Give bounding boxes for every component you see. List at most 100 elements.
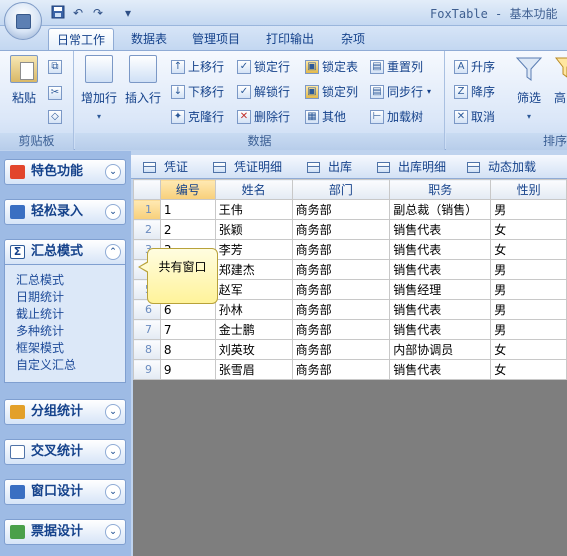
table-cell[interactable]: 商务部 xyxy=(291,319,391,340)
sidebar-section-window-design[interactable]: 窗口设计 ⌄ xyxy=(4,479,126,505)
paste-button[interactable]: 粘贴 xyxy=(8,55,40,106)
table-tab-voucher-detail[interactable]: 凭证明细 xyxy=(213,158,282,176)
load-tree-button[interactable]: ⊢ 加载树 xyxy=(370,107,423,127)
column-header[interactable]: 编号 xyxy=(159,179,216,200)
undo-icon[interactable]: ↶ xyxy=(70,5,86,21)
qat-menu-icon[interactable]: ▾ xyxy=(120,5,136,21)
corner-cell[interactable] xyxy=(133,179,161,200)
sidebar-item-multi-stats[interactable]: 多种统计 xyxy=(16,323,64,339)
table-cell[interactable]: 销售代表 xyxy=(389,359,492,380)
table-cell[interactable]: 孙林 xyxy=(214,299,293,320)
sidebar-section-featured[interactable]: 特色功能 ⌄ xyxy=(4,159,126,185)
table-cell[interactable]: 商务部 xyxy=(291,239,391,260)
eraser-button[interactable]: ◇ xyxy=(48,107,65,127)
table-cell[interactable]: 商务部 xyxy=(291,199,391,220)
table-cell[interactable]: 8 xyxy=(159,339,216,360)
sidebar-section-receipt-design[interactable]: 票据设计 ⌄ xyxy=(4,519,126,545)
table-cell[interactable]: 7 xyxy=(159,319,216,340)
data-grid[interactable]: 编号 姓名 部门 职务 性别 1 1 王伟 商务部 副总裁（销售）男 2 2 张颖 商务部 销售代… xyxy=(133,179,567,556)
unlock-row-button[interactable]: ✓ 解锁行 xyxy=(237,82,290,102)
sort-descending-button[interactable]: Z 降序 xyxy=(454,82,495,102)
row-number[interactable]: 2 xyxy=(133,219,161,240)
chevron-up-icon[interactable]: ⌃ xyxy=(105,244,121,260)
table-tab-outbound-detail[interactable]: 出库明细 xyxy=(377,158,446,176)
table-cell[interactable]: 男 xyxy=(490,319,567,340)
table-row[interactable]: 9 9 张雪眉 商务部 销售代表女 xyxy=(133,359,567,380)
table-cell[interactable]: 副总裁（销售） xyxy=(389,199,492,220)
table-cell[interactable]: 刘英玫 xyxy=(214,339,293,360)
clone-row-button[interactable]: ✦ 克隆行 xyxy=(171,107,224,127)
filter-dropdown-icon[interactable]: ▾ xyxy=(512,112,546,121)
add-row-dropdown-icon[interactable]: ▾ xyxy=(79,112,119,121)
sidebar-item-custom-summary[interactable]: 自定义汇总 xyxy=(16,357,76,373)
table-cell[interactable]: 男 xyxy=(490,299,567,320)
sidebar-section-easy-input[interactable]: 轻松录入 ⌄ xyxy=(4,199,126,225)
table-cell[interactable]: 赵军 xyxy=(214,279,293,300)
chevron-down-icon[interactable]: ⌄ xyxy=(105,404,121,420)
office-button[interactable] xyxy=(4,2,42,40)
row-number[interactable]: 9 xyxy=(133,359,161,380)
lock-table-button[interactable]: ▣ 锁定表 xyxy=(305,57,358,77)
cut-button[interactable]: ✂ xyxy=(48,83,65,103)
lock-row-button[interactable]: ✓ 锁定行 xyxy=(237,57,290,77)
redo-icon[interactable]: ↷ xyxy=(90,5,106,21)
other-button[interactable]: ▦ 其他 xyxy=(305,107,346,127)
table-cell[interactable]: 女 xyxy=(490,359,567,380)
table-cell[interactable]: 商务部 xyxy=(291,279,391,300)
table-cell[interactable]: 1 xyxy=(159,199,216,220)
table-tab-dynamic-load[interactable]: 动态加载 xyxy=(467,158,536,176)
table-cell[interactable]: 销售代表 xyxy=(389,299,492,320)
table-cell[interactable]: 2 xyxy=(159,219,216,240)
table-cell[interactable]: 销售代表 xyxy=(389,239,492,260)
table-cell[interactable]: 内部协调员 xyxy=(389,339,492,360)
reset-column-button[interactable]: ▤ 重置列 xyxy=(370,57,423,77)
table-cell[interactable]: 男 xyxy=(490,199,567,220)
sync-row-button[interactable]: ▤ 同步行 ▾ xyxy=(370,82,431,102)
table-cell[interactable]: 女 xyxy=(490,239,567,260)
table-cell[interactable]: 王伟 xyxy=(214,199,293,220)
sidebar-item-cutoff-stats[interactable]: 截止统计 xyxy=(16,306,64,322)
sidebar-item-date-stats[interactable]: 日期统计 xyxy=(16,289,64,305)
save-icon[interactable] xyxy=(50,5,66,21)
chevron-down-icon[interactable]: ⌄ xyxy=(105,204,121,220)
move-down-button[interactable]: ↓ 下移行 xyxy=(171,82,224,102)
table-cell[interactable]: 商务部 xyxy=(291,259,391,280)
filter-button[interactable]: 筛选 ▾ xyxy=(512,55,546,121)
move-up-button[interactable]: ↑ 上移行 xyxy=(171,57,224,77)
tab-print-output[interactable]: 打印输出 xyxy=(258,28,322,50)
table-cell[interactable]: 金士鹏 xyxy=(214,319,293,340)
table-cell[interactable]: 商务部 xyxy=(291,359,391,380)
chevron-down-icon[interactable]: ⌄ xyxy=(105,484,121,500)
tab-data-table[interactable]: 数据表 xyxy=(123,28,175,50)
copy-button[interactable]: ⧉ xyxy=(48,57,65,77)
sidebar-section-cross-stats[interactable]: 交叉统计 ⌄ xyxy=(4,439,126,465)
column-header[interactable]: 性别 xyxy=(490,179,567,200)
table-cell[interactable]: 销售代表 xyxy=(389,219,492,240)
tab-daily-work[interactable]: 日常工作 xyxy=(48,28,115,50)
delete-row-button[interactable]: ✕ 删除行 xyxy=(237,107,290,127)
chevron-down-icon[interactable]: ⌄ xyxy=(105,164,121,180)
sidebar-section-group-stats[interactable]: 分组统计 ⌄ xyxy=(4,399,126,425)
table-cell[interactable]: 9 xyxy=(159,359,216,380)
table-row[interactable]: 1 1 王伟 商务部 副总裁（销售）男 xyxy=(133,199,567,220)
table-cell[interactable]: 男 xyxy=(490,259,567,280)
table-row[interactable]: 2 2 张颖 商务部 销售代表女 xyxy=(133,219,567,240)
table-cell[interactable]: 商务部 xyxy=(291,299,391,320)
sidebar-section-summary-mode[interactable]: Σ 汇总模式 ⌃ xyxy=(4,239,126,265)
column-header[interactable]: 职务 xyxy=(389,179,492,200)
column-header[interactable]: 姓名 xyxy=(214,179,293,200)
table-row[interactable]: 7 7 金士鹏 商务部 销售代表男 xyxy=(133,319,567,340)
add-row-button[interactable]: 增加行 ▾ xyxy=(79,55,119,121)
table-cell[interactable]: 销售代表 xyxy=(389,259,492,280)
column-header[interactable]: 部门 xyxy=(291,179,391,200)
tab-misc[interactable]: 杂项 xyxy=(333,28,373,50)
table-cell[interactable]: 郑建杰 xyxy=(214,259,293,280)
table-cell[interactable]: 销售经理 xyxy=(389,279,492,300)
table-cell[interactable]: 张雪眉 xyxy=(214,359,293,380)
advanced-button[interactable]: 高 xyxy=(550,55,567,106)
lock-column-button[interactable]: ▣ 锁定列 xyxy=(305,82,358,102)
table-tab-voucher[interactable]: 凭证 xyxy=(143,158,188,176)
row-number[interactable]: 7 xyxy=(133,319,161,340)
table-cell[interactable]: 女 xyxy=(490,339,567,360)
sidebar-item-frame-mode[interactable]: 框架模式 xyxy=(16,340,64,356)
